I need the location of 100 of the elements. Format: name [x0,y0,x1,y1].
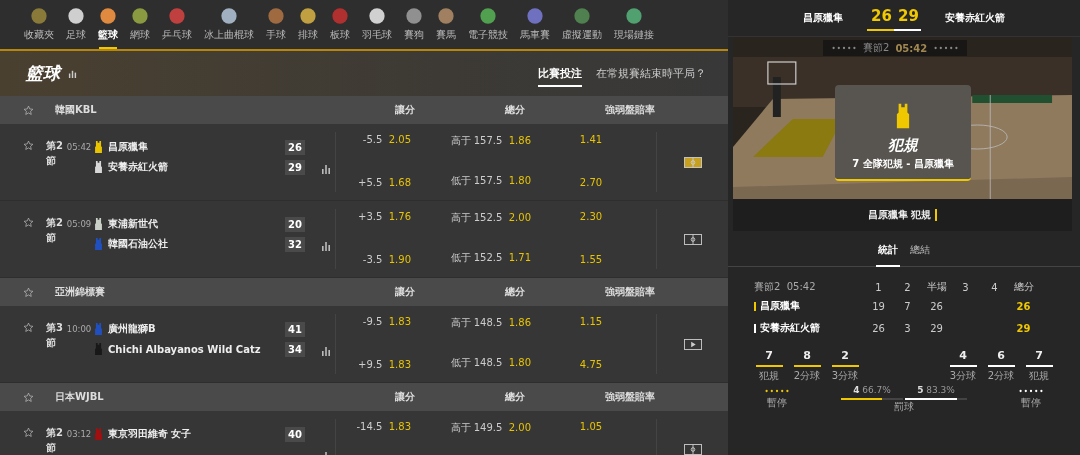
sport-tab[interactable]: 籃球 [92,0,124,49]
sport-tab[interactable]: 電子競技 [462,0,514,49]
star-icon[interactable] [23,391,34,403]
clock-time: 05:42 [895,42,928,54]
match-time: 05:09 [65,219,93,229]
league-name: 日本WJBL [55,390,105,404]
column-header: 總分 [504,103,526,117]
sport-icon [67,7,85,25]
home-team-name: 昌原獵隼 [803,11,843,25]
period-label: 賽節2 [863,41,890,55]
column-header: 1 [874,281,883,293]
period-label: 第2節 [46,216,63,245]
column-header: 總分 [504,390,526,404]
handicap-odds[interactable]: +9.5 1.83 [358,359,411,370]
stats-tab[interactable]: 統計 [876,239,900,267]
column-header: 強弱盤賠率 [604,390,656,404]
handicap-odds[interactable]: +5.5 1.68 [358,177,411,188]
handicap-odds[interactable]: -3.5 1.90 [362,254,411,265]
sport-tab[interactable]: 排球 [292,0,324,49]
sport-icon [405,7,423,25]
free-throw-count: 5 83.3% [916,385,956,395]
away-team-name: 安養赤紅火箭 [945,11,1005,25]
handicap-odds[interactable]: -9.5 1.83 [362,316,411,327]
match-time: 03:12 [65,429,93,439]
sport-tab[interactable]: 賽狗 [398,0,430,49]
sport-tab[interactable]: 虛擬運動 [556,0,608,49]
sport-tab[interactable]: 手球 [260,0,292,49]
column-header: 3 [961,281,970,293]
handicap-odds[interactable]: -14.5 1.83 [356,421,411,432]
column-header: 讓分 [394,390,416,404]
star-icon[interactable] [23,427,34,438]
sport-tab[interactable]: 板球 [324,0,356,49]
column-header: 4 [990,281,999,293]
sport-tab[interactable]: 足球 [60,0,92,49]
court-icon[interactable] [683,233,702,245]
column-header: 讓分 [394,103,416,117]
star-icon[interactable] [23,140,34,151]
stats-tab[interactable]: 總結 [908,239,932,267]
period-label: 第2節 [46,139,63,168]
sport-tab[interactable]: 馬車賽 [514,0,556,49]
moneyline-odds[interactable]: 2.30 [579,211,603,222]
stat-value: 4 [959,349,967,362]
moneyline-odds[interactable]: 2.70 [579,177,603,188]
total-odds[interactable]: 高于 152.5 2.00 [450,211,531,225]
stats-icon[interactable] [321,241,331,251]
handicap-odds[interactable]: +3.5 1.76 [358,211,411,222]
total-odds[interactable]: 低于 157.5 1.80 [450,174,531,188]
court-icon[interactable] [683,156,702,168]
away-score: 29 [894,5,921,31]
column-header: 半場 [925,280,948,294]
court-icon[interactable] [683,443,702,455]
total-odds[interactable]: 低于 148.5 1.80 [450,356,531,370]
star-icon[interactable] [23,217,34,228]
match-time: 05:42 [65,142,93,152]
team-name: Chichi Albayanos Wild Catz [108,343,262,355]
stat-value: 8 [803,349,811,362]
star-icon[interactable] [23,322,34,333]
stats-icon[interactable] [321,346,331,356]
quarter-score: 3 [904,322,911,334]
stats-icon[interactable] [68,69,77,78]
stats-icon[interactable] [321,164,331,174]
team-score: 40 [285,426,305,442]
moneyline-odds[interactable]: 4.75 [579,359,603,370]
stat-value: 7 [1035,349,1043,362]
sport-icon [573,7,591,25]
team-name: 東浦新世代 [108,217,159,231]
team-name: 昌原獵隼 [760,299,800,313]
moneyline-odds[interactable]: 1.55 [579,254,603,265]
total-odds[interactable]: 低于 152.5 1.71 [450,251,531,265]
moneyline-odds[interactable]: 1.15 [579,316,603,327]
handicap-odds[interactable]: -5.5 2.05 [362,134,411,145]
total-odds[interactable]: 高于 149.5 2.00 [450,421,531,435]
video-icon[interactable] [683,338,702,350]
event-detail: 7 全隊犯規 - 昌原獵隼 [852,157,954,171]
moneyline-odds[interactable]: 1.41 [579,134,603,145]
timeout-label: 暫停 [1021,396,1041,410]
league-name: 韓國KBL [55,103,98,117]
sport-tab[interactable]: 乒乓球 [156,0,198,49]
sport-icon [99,7,117,25]
sport-tab[interactable]: 網球 [124,0,156,49]
sport-icon [30,7,48,25]
sport-tab[interactable]: 羽毛球 [356,0,398,49]
moneyline-odds[interactable]: 1.05 [579,421,603,432]
market-tab[interactable]: 比賽投注 [538,60,582,87]
team-name: 東京羽田維奇 女子 [108,427,193,441]
star-icon[interactable] [23,286,34,298]
market-tab[interactable]: 在常規賽結束時平局？ [596,60,706,87]
sport-tab[interactable]: 收藏夾 [18,0,60,49]
sport-tab[interactable]: 冰上曲棍球 [198,0,260,49]
sport-tab[interactable]: 現場鏈接 [608,0,660,49]
sport-tab[interactable]: 賽馬 [430,0,462,49]
quarter-score: 26 [930,300,943,312]
team-score: 34 [285,341,305,357]
column-header: 強弱盤賠率 [604,103,656,117]
total-odds[interactable]: 高于 148.5 1.86 [450,316,531,330]
column-header: 2 [903,281,912,293]
total-odds[interactable]: 高于 157.5 1.86 [450,134,531,148]
sport-icon [131,7,149,25]
quarter-score: 19 [872,300,885,312]
star-icon[interactable] [23,104,34,116]
